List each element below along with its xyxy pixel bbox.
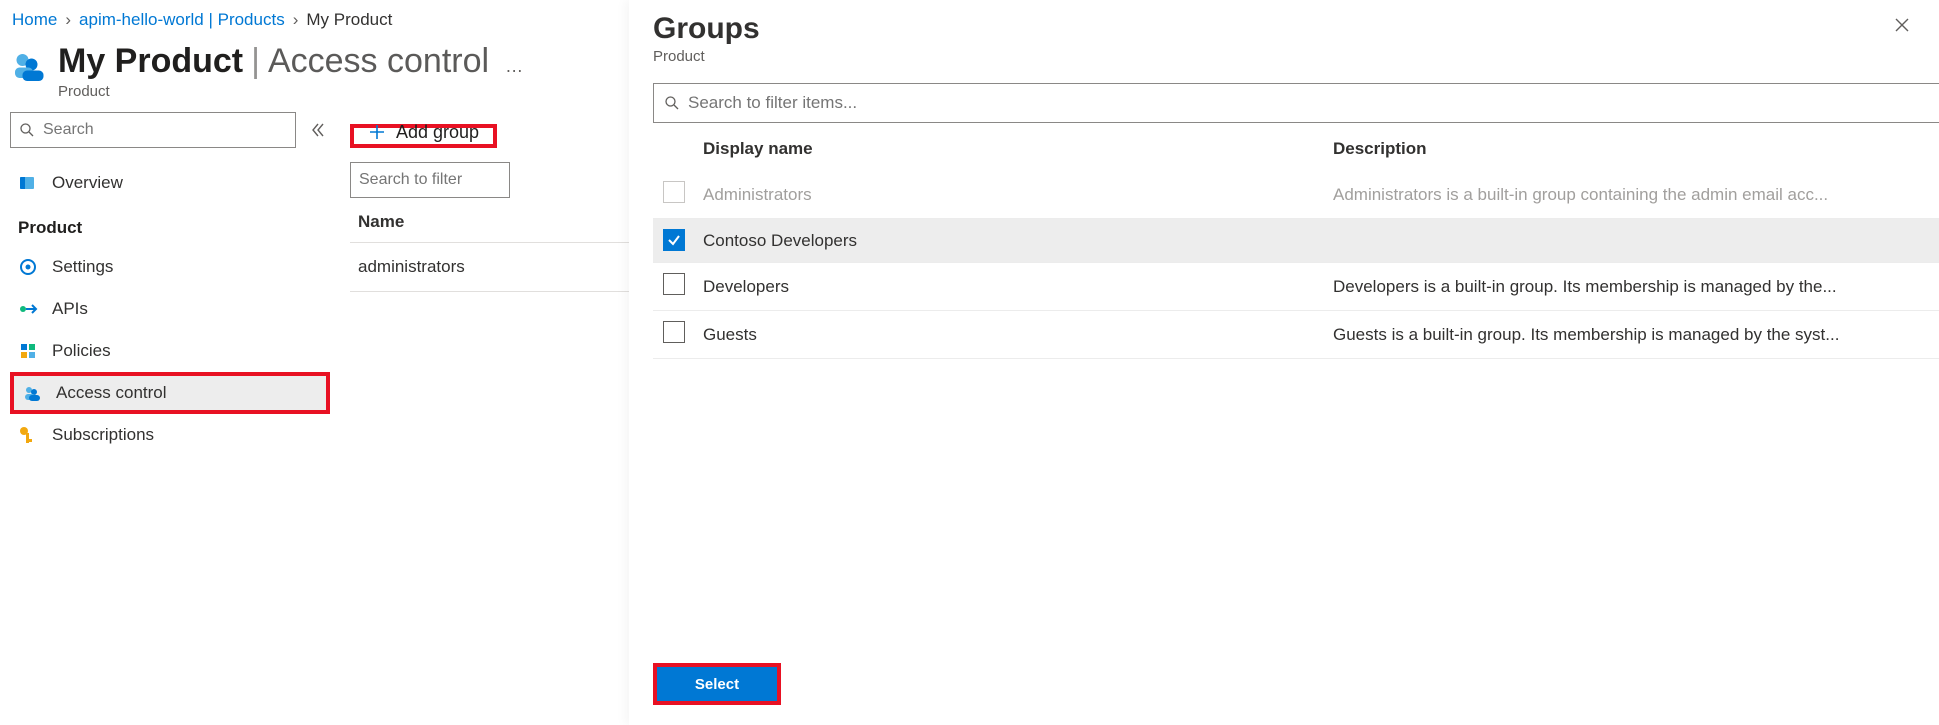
panel-search-input[interactable] (688, 93, 1929, 113)
breadcrumb-home[interactable]: Home (12, 10, 57, 30)
group-description: Developers is a built-in group. Its memb… (1333, 277, 1939, 297)
page-subtitle: Access control (268, 42, 489, 81)
page-title: My Product (58, 42, 243, 81)
groups-table-header: Display name Description (653, 129, 1939, 171)
select-button[interactable]: Select (657, 667, 777, 701)
search-icon (19, 122, 35, 138)
checkbox[interactable] (663, 273, 685, 295)
sidebar-item-label: Access control (56, 383, 167, 403)
breadcrumb-current: My Product (306, 10, 392, 30)
close-icon[interactable] (1889, 12, 1915, 41)
key-icon (18, 425, 38, 445)
plus-icon (368, 123, 386, 141)
group-row-developers[interactable]: Developers Developers is a built-in grou… (653, 263, 1939, 311)
main-filter[interactable] (350, 162, 510, 198)
group-name: Contoso Developers (703, 231, 1333, 251)
group-name: Guests (703, 325, 1333, 345)
sidebar-item-subscriptions[interactable]: Subscriptions (10, 414, 330, 456)
sidebar-search-input[interactable] (43, 121, 287, 139)
group-row-guests[interactable]: Guests Guests is a built-in group. Its m… (653, 311, 1939, 359)
search-icon (664, 95, 680, 111)
more-icon[interactable]: … (505, 56, 523, 77)
sidebar-item-overview[interactable]: Overview (10, 162, 330, 204)
collapse-sidebar-icon[interactable] (306, 118, 330, 142)
apis-icon (18, 299, 38, 319)
overview-icon (18, 173, 38, 193)
sidebar-item-policies[interactable]: Policies (10, 330, 330, 372)
sidebar-item-label: Policies (52, 341, 111, 361)
column-description: Description (1333, 139, 1939, 159)
resource-type-label: Product (58, 83, 523, 100)
sidebar-item-label: Settings (52, 257, 113, 277)
flyout-title: Groups (653, 12, 760, 46)
flyout-subtype: Product (653, 48, 760, 65)
add-group-button[interactable]: Add group (354, 112, 493, 152)
group-row-contoso-developers[interactable]: Contoso Developers (653, 219, 1939, 263)
page-title-separator: | (251, 42, 260, 81)
checkbox (663, 181, 685, 203)
add-group-label: Add group (396, 122, 479, 143)
table-cell-name: administrators (358, 257, 465, 276)
main-filter-input[interactable] (359, 171, 566, 189)
product-icon (12, 48, 48, 84)
group-name: Developers (703, 277, 1333, 297)
sidebar: Overview Product Settings APIs Policies (0, 112, 340, 466)
sidebar-section-product: Product (10, 204, 330, 246)
access-control-icon (22, 383, 42, 403)
gear-icon (18, 257, 38, 277)
group-description: Administrators is a built-in group conta… (1333, 185, 1939, 205)
checkbox[interactable] (663, 229, 685, 251)
sidebar-search[interactable] (10, 112, 296, 148)
breadcrumb-parent[interactable]: apim-hello-world | Products (79, 10, 285, 30)
groups-flyout: Groups Product Display name Description … (629, 0, 1939, 725)
group-name: Administrators (703, 185, 1333, 205)
sidebar-item-apis[interactable]: APIs (10, 288, 330, 330)
group-row-administrators: Administrators Administrators is a built… (653, 171, 1939, 219)
sidebar-item-access-control[interactable]: Access control (10, 372, 330, 414)
sidebar-item-label: APIs (52, 299, 88, 319)
chevron-right-icon: › (65, 10, 71, 30)
group-description: Guests is a built-in group. Its membersh… (1333, 325, 1939, 345)
column-display-name: Display name (703, 139, 1333, 159)
sidebar-item-label: Subscriptions (52, 425, 154, 445)
panel-search[interactable] (653, 83, 1939, 123)
chevron-right-icon: › (293, 10, 299, 30)
sidebar-item-settings[interactable]: Settings (10, 246, 330, 288)
checkbox[interactable] (663, 321, 685, 343)
policies-icon (18, 341, 38, 361)
sidebar-item-label: Overview (52, 173, 123, 193)
